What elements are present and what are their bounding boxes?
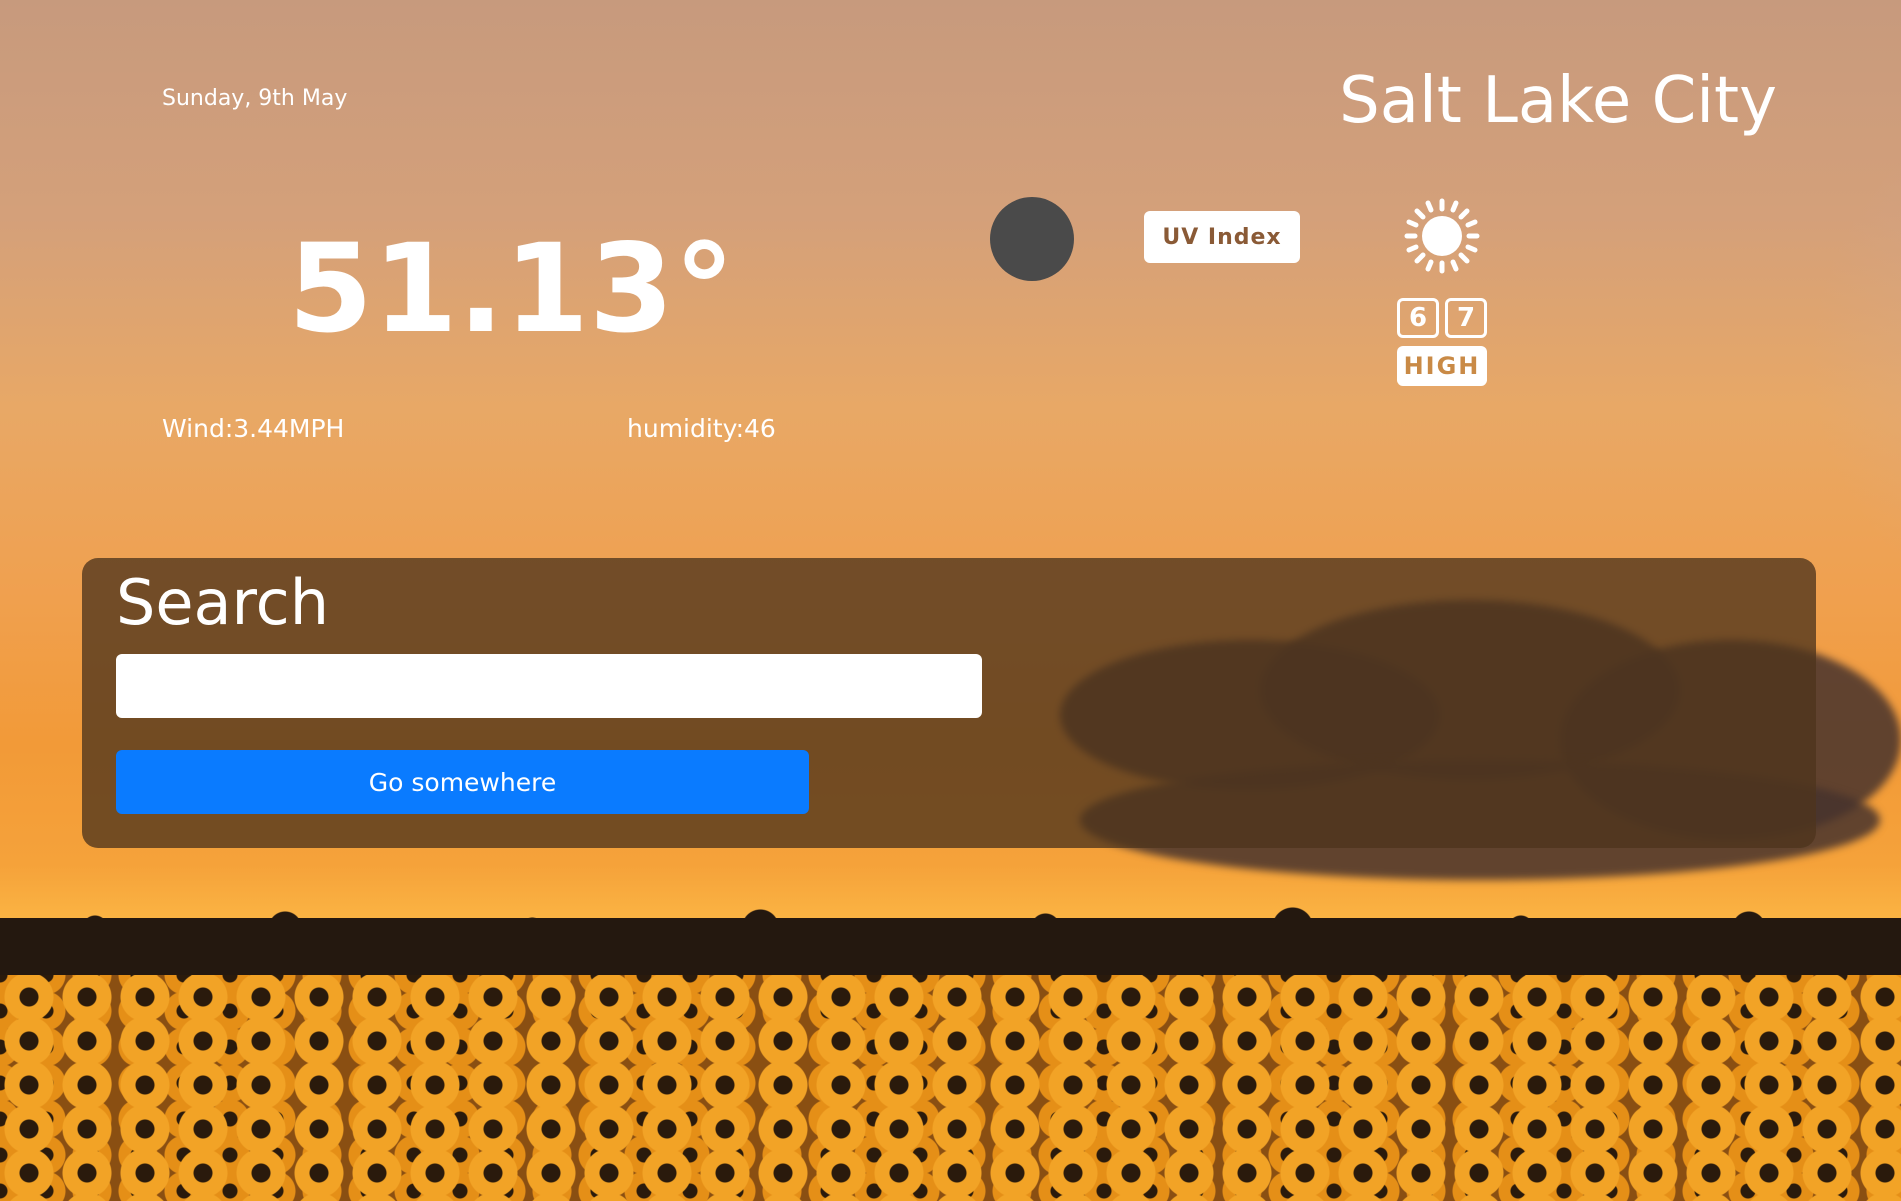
dark-circle-icon bbox=[990, 197, 1074, 281]
background-treeline bbox=[0, 904, 1901, 978]
sun-icon bbox=[1404, 198, 1480, 274]
go-somewhere-button[interactable]: Go somewhere bbox=[116, 750, 809, 814]
search-panel: Search Go somewhere bbox=[82, 558, 1816, 848]
search-input[interactable] bbox=[116, 654, 982, 718]
current-date: Sunday, 9th May bbox=[162, 86, 348, 111]
weather-app: Sunday, 9th May Salt Lake City 51.13° UV… bbox=[0, 0, 1901, 1201]
uv-index-badge: UV Index bbox=[1144, 211, 1300, 263]
uv-level-label: HIGH bbox=[1397, 346, 1487, 386]
background-sunflower-field bbox=[0, 975, 1901, 1201]
uv-digit: 6 bbox=[1397, 298, 1439, 338]
search-title: Search bbox=[116, 566, 330, 639]
uv-digits: 6 7 bbox=[1397, 298, 1487, 338]
city-name: Salt Lake City bbox=[1339, 64, 1777, 138]
uv-digit: 7 bbox=[1445, 298, 1487, 338]
humidity: humidity:46 bbox=[627, 414, 776, 443]
uv-level-indicator: 6 7 HIGH bbox=[1395, 198, 1489, 388]
temperature: 51.13° bbox=[288, 218, 735, 360]
wind-speed: Wind:3.44MPH bbox=[162, 414, 345, 443]
